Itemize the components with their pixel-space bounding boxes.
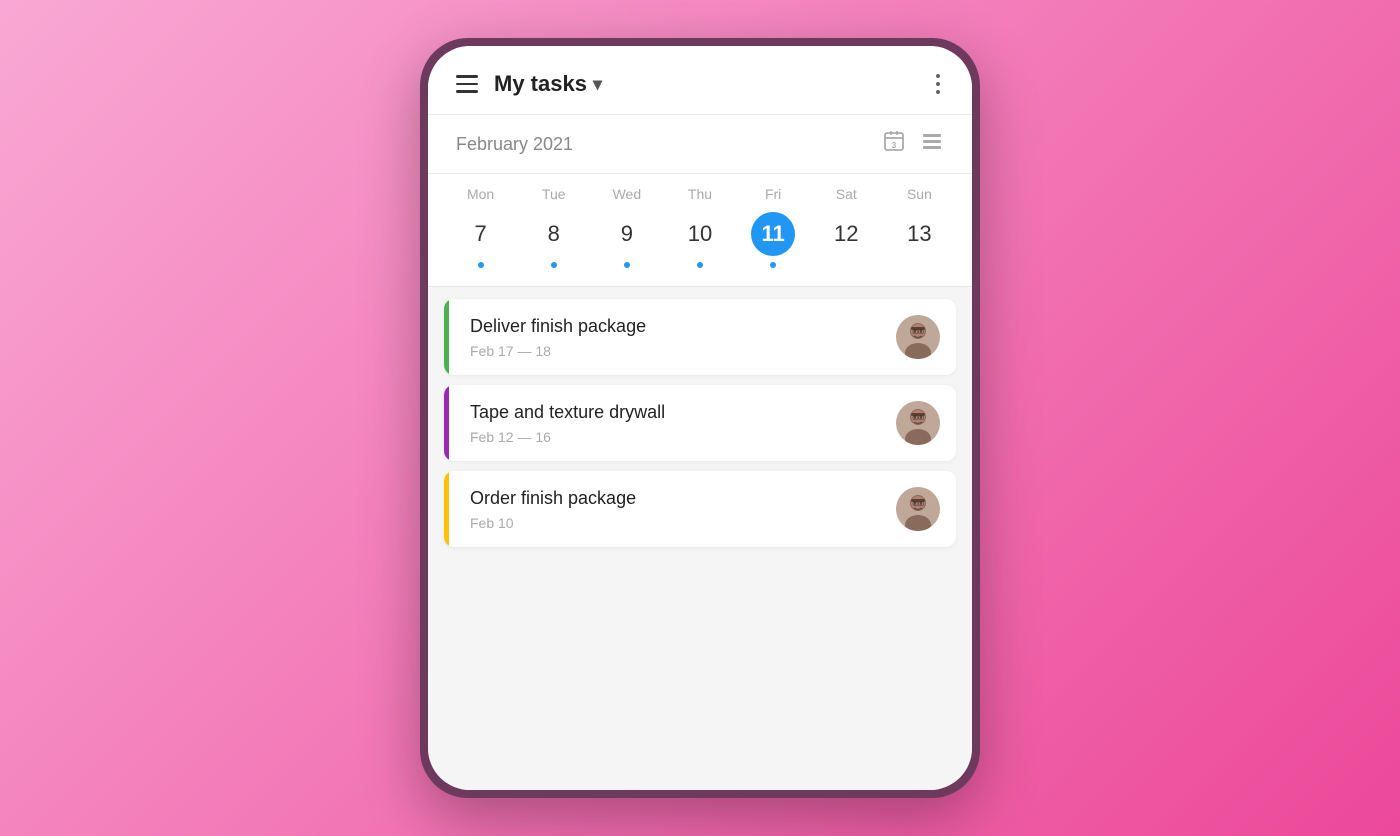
task-title-2: Order finish package xyxy=(470,488,884,509)
task-list: Deliver finish package Feb 17 — 18 Tape a… xyxy=(428,287,972,790)
task-avatar-2 xyxy=(896,487,940,531)
task-date-0: Feb 17 — 18 xyxy=(470,343,884,359)
task-avatar-0 xyxy=(896,315,940,359)
day-name-tue: Tue xyxy=(517,186,590,202)
header-title: My tasks ▾ xyxy=(494,71,602,97)
day-name-wed: Wed xyxy=(590,186,663,202)
task-content-0: Deliver finish package Feb 17 — 18 xyxy=(460,316,884,359)
month-title: February 2021 xyxy=(456,134,573,155)
day-number-9: 9 xyxy=(605,212,649,256)
task-date-1: Feb 12 — 16 xyxy=(470,429,884,445)
day-dot-11 xyxy=(770,262,776,268)
day-cell-11[interactable]: 11 xyxy=(737,212,810,268)
day-cell-13[interactable]: 13 xyxy=(883,212,956,268)
task-card-2[interactable]: Order finish package Feb 10 xyxy=(444,471,956,547)
task-content-1: Tape and texture drywall Feb 12 — 16 xyxy=(460,402,884,445)
month-icons: 3 xyxy=(882,129,944,159)
task-content-2: Order finish package Feb 10 xyxy=(460,488,884,531)
day-dot-10 xyxy=(697,262,703,268)
hamburger-icon[interactable] xyxy=(456,75,478,93)
month-header: February 2021 3 xyxy=(428,115,972,174)
phone-frame: My tasks ▾ February 2021 xyxy=(420,38,980,798)
day-number-10: 10 xyxy=(678,212,722,256)
task-accent-0 xyxy=(444,299,449,375)
day-number-11: 11 xyxy=(751,212,795,256)
day-numbers-row: 789 10 11 12 13 xyxy=(444,212,956,268)
task-accent-2 xyxy=(444,471,449,547)
task-card-1[interactable]: Tape and texture drywall Feb 12 — 16 xyxy=(444,385,956,461)
svg-text:3: 3 xyxy=(892,141,897,150)
day-dot-8 xyxy=(551,262,557,268)
task-title-1: Tape and texture drywall xyxy=(470,402,884,423)
day-name-mon: Mon xyxy=(444,186,517,202)
day-name-thu: Thu xyxy=(663,186,736,202)
day-dot-9 xyxy=(624,262,630,268)
day-cell-7[interactable]: 7 xyxy=(444,212,517,268)
calendar-icon[interactable]: 3 xyxy=(882,129,906,159)
day-number-13: 13 xyxy=(897,212,941,256)
phone-inner: My tasks ▾ February 2021 xyxy=(428,46,972,790)
task-date-2: Feb 10 xyxy=(470,515,884,531)
day-cell-10[interactable]: 10 xyxy=(663,212,736,268)
day-name-sat: Sat xyxy=(810,186,883,202)
list-view-icon[interactable] xyxy=(920,129,944,159)
day-number-8: 8 xyxy=(532,212,576,256)
app-header: My tasks ▾ xyxy=(428,46,972,115)
task-card-0[interactable]: Deliver finish package Feb 17 — 18 xyxy=(444,299,956,375)
more-options-button[interactable] xyxy=(932,70,944,98)
day-number-12: 12 xyxy=(824,212,868,256)
header-left: My tasks ▾ xyxy=(456,71,602,97)
task-title-0: Deliver finish package xyxy=(470,316,884,337)
chevron-down-icon[interactable]: ▾ xyxy=(593,74,602,95)
day-dot-7 xyxy=(478,262,484,268)
day-cell-8[interactable]: 8 xyxy=(517,212,590,268)
task-accent-1 xyxy=(444,385,449,461)
title-text: My tasks xyxy=(494,71,587,97)
task-avatar-1 xyxy=(896,401,940,445)
calendar-week: Mon Tue Wed Thu Fri Sat Sun 789 10 11 12 13 xyxy=(428,174,972,287)
day-cell-12[interactable]: 12 xyxy=(810,212,883,268)
day-names-row: Mon Tue Wed Thu Fri Sat Sun xyxy=(444,186,956,202)
day-number-7: 7 xyxy=(459,212,503,256)
day-name-sun: Sun xyxy=(883,186,956,202)
day-cell-9[interactable]: 9 xyxy=(590,212,663,268)
day-name-fri: Fri xyxy=(737,186,810,202)
